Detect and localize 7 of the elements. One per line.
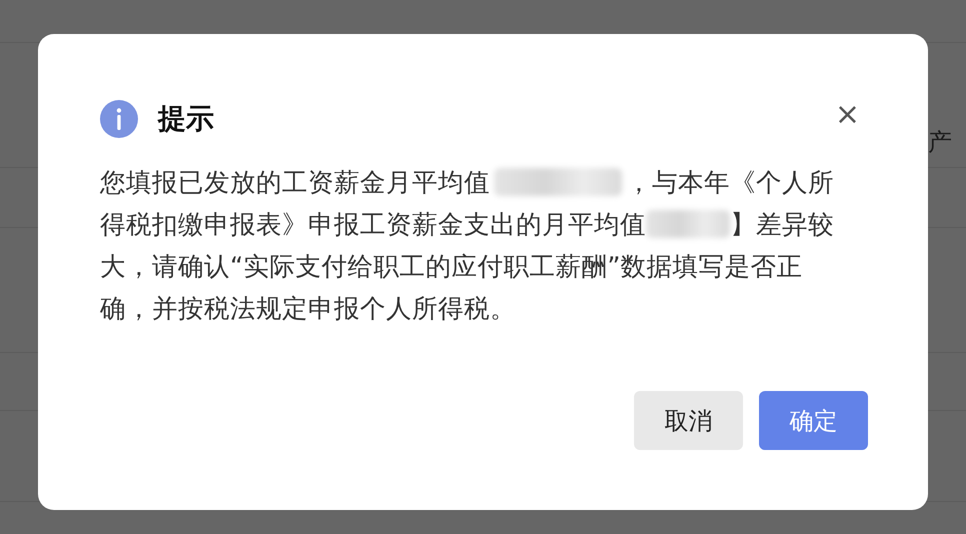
info-icon [100,100,138,138]
cancel-button[interactable]: 取消 [634,391,743,450]
dialog-title: 提示 [158,101,214,137]
message-text: 您填报已发放的工资薪金月平均值 ，与本年《个人所得税扣缴申报表》申报工资薪金支出的月平均值 】差异较大，请确认“实际支付给职工的应付职工薪酬”数据填写是否正确，并按税法规定申报个人所得税。 [100,167,835,326]
background-text: 产 [928,127,952,158]
confirm-button[interactable]: 确定 [759,391,868,450]
close-button[interactable]: × [834,100,860,130]
